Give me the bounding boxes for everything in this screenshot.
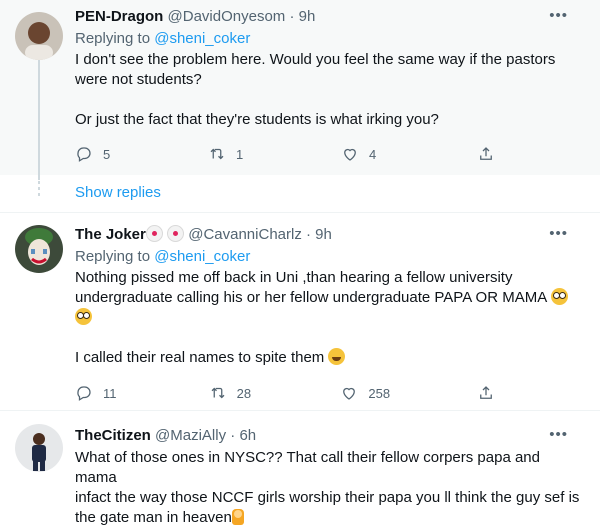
separator-dot: · — [289, 8, 295, 25]
like-button[interactable]: 258 — [340, 383, 477, 403]
timestamp[interactable]: 6h — [239, 427, 256, 444]
share-icon — [480, 147, 492, 160]
share-button[interactable] — [477, 144, 505, 164]
tweet-text-line: What of those ones in NYSC?? That call t… — [75, 449, 540, 486]
tweet-header: TheCitizen @MaziAlly · 6h — [75, 426, 584, 446]
retweet-count: 1 — [236, 146, 244, 162]
separator-dot: · — [230, 427, 236, 444]
thread-line — [38, 60, 40, 180]
laughing-emoji — [328, 348, 346, 365]
clown-emoji — [145, 225, 163, 242]
show-replies-link[interactable]: Show replies — [75, 183, 161, 203]
more-icon[interactable]: ••• — [549, 426, 568, 443]
replying-prefix: Replying to — [75, 30, 151, 47]
more-icon[interactable]: ••• — [549, 225, 568, 242]
replying-to-handle[interactable]: @sheni_coker — [154, 248, 250, 265]
retweet-icon — [210, 148, 224, 160]
more-icon[interactable]: ••• — [549, 7, 568, 24]
tweet-text-line: Nothing pissed me off back in Uni ,than … — [75, 269, 513, 286]
display-name[interactable]: TheCitizen — [75, 427, 151, 444]
tweet-the-joker[interactable]: The Joker @CavanniCharlz · 9h ••• Replyi… — [0, 212, 600, 411]
reply-icon — [77, 147, 91, 162]
tweet-text-line: Or just the fact that they're students i… — [75, 111, 439, 128]
reply-count: 5 — [103, 146, 111, 162]
user-handle[interactable]: @CavanniCharlz — [188, 226, 302, 243]
display-name[interactable]: The Joker — [75, 226, 146, 243]
tweet-text-line: I don't see the problem here. Would you … — [75, 51, 556, 68]
like-count: 258 — [368, 385, 391, 401]
clown-emoji — [167, 225, 185, 242]
action-bar: 5 1 4 — [75, 144, 505, 164]
tweet-text: I don't see the problem here. Would you … — [75, 50, 584, 130]
display-name[interactable]: PEN-Dragon — [75, 8, 163, 25]
thread-dots — [37, 181, 41, 199]
reply-button[interactable]: 11 — [75, 383, 209, 403]
timestamp[interactable]: 9h — [315, 226, 332, 243]
replying-to: Replying to @sheni_coker — [75, 29, 584, 49]
like-icon — [344, 148, 356, 161]
tweet-text-line: undergraduate calling his or her fellow … — [75, 289, 547, 306]
tweet-text-line: the gate man in heaven — [75, 509, 232, 526]
retweet-button[interactable]: 28 — [209, 383, 341, 403]
user-handle[interactable]: @DavidOnyesom — [168, 8, 286, 25]
avatar[interactable] — [15, 424, 63, 472]
user-handle[interactable]: @MaziAlly — [155, 427, 226, 444]
like-icon — [343, 387, 356, 400]
reply-icon — [77, 386, 91, 401]
tweet-header: PEN-Dragon @DavidOnyesom · 9h — [75, 7, 584, 27]
like-button[interactable]: 4 — [341, 144, 477, 164]
tweet-header: The Joker @CavanniCharlz · 9h — [75, 225, 584, 245]
tweet-text: What of those ones in NYSC?? That call t… — [75, 448, 584, 528]
share-button[interactable] — [477, 383, 505, 403]
action-bar: 11 28 258 — [75, 383, 505, 403]
tweet-thecitizen[interactable]: TheCitizen @MaziAlly · 6h ••• What of th… — [0, 410, 600, 526]
separator-dot: · — [306, 226, 311, 243]
reply-count: 11 — [103, 385, 117, 401]
tweet-text-line: were not students? — [75, 71, 202, 88]
avatar[interactable] — [15, 12, 63, 60]
flushed-emoji — [75, 308, 92, 325]
flushed-emoji — [550, 288, 568, 305]
retweet-count: 28 — [236, 385, 252, 401]
share-icon — [480, 386, 492, 399]
replying-to-handle[interactable]: @sheni_coker — [154, 30, 250, 47]
avatar[interactable] — [15, 225, 63, 273]
timestamp[interactable]: 9h — [299, 8, 316, 25]
reply-button[interactable]: 5 — [75, 144, 208, 164]
retweet-icon — [211, 387, 225, 399]
retweet-button[interactable]: 1 — [208, 144, 341, 164]
replying-to: Replying to @sheni_coker — [75, 247, 584, 267]
like-count: 4 — [369, 146, 377, 162]
tweet-text-line: I called their real names to spite them — [75, 349, 325, 366]
tweet-text: Nothing pissed me off back in Uni ,than … — [75, 268, 584, 368]
tweet-text-line: infact the way those NCCF girls worship … — [75, 489, 580, 506]
replying-prefix: Replying to — [75, 248, 151, 265]
person-emoji — [231, 509, 244, 525]
tweet-pen-dragon[interactable]: PEN-Dragon @DavidOnyesom · 9h ••• Replyi… — [0, 0, 600, 180]
